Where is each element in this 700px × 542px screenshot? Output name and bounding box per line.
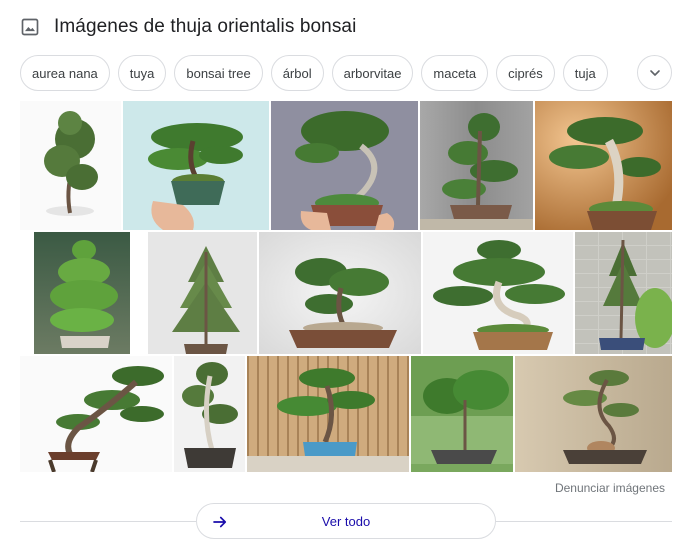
- arrow-right-icon: [213, 516, 227, 528]
- report-images-link[interactable]: Denunciar imágenes: [555, 481, 665, 495]
- image-result[interactable]: [20, 101, 121, 230]
- view-all-label: Ver todo: [321, 513, 371, 529]
- image-result[interactable]: [123, 101, 269, 230]
- image-result[interactable]: [411, 356, 513, 472]
- image-result[interactable]: [535, 101, 672, 230]
- images-header: Imágenes de thuja orientalis bonsai: [20, 14, 356, 40]
- image-result[interactable]: [423, 232, 573, 354]
- chip-tuja[interactable]: tuja: [562, 55, 608, 91]
- image-result[interactable]: [515, 356, 672, 472]
- image-result[interactable]: [174, 356, 245, 472]
- chip-tuya[interactable]: tuya: [117, 55, 167, 91]
- divider-left: [20, 521, 196, 522]
- image-result[interactable]: [20, 356, 172, 472]
- chip-bonsai-tree[interactable]: bonsai tree: [174, 55, 263, 91]
- chip-aurea-nana[interactable]: aurea nana: [20, 55, 110, 91]
- image-result[interactable]: [148, 232, 257, 354]
- images-title: Imágenes de thuja orientalis bonsai: [54, 16, 357, 37]
- related-chips: aurea nana tuya bonsai tree árbol arborv…: [20, 55, 672, 91]
- more-chips-button[interactable]: [637, 55, 672, 90]
- image-result[interactable]: [271, 101, 418, 230]
- image-result[interactable]: [575, 232, 672, 354]
- image-result[interactable]: [20, 232, 130, 354]
- image-result[interactable]: [420, 101, 533, 230]
- chip-arbol[interactable]: árbol: [270, 55, 324, 91]
- image-icon: [21, 18, 39, 36]
- chip-cipres[interactable]: ciprés: [496, 55, 555, 91]
- chip-maceta[interactable]: maceta: [421, 55, 489, 91]
- view-all-button[interactable]: Ver todo: [196, 503, 496, 539]
- image-result[interactable]: [247, 356, 409, 472]
- chevron-down-icon: [649, 69, 660, 76]
- image-result[interactable]: [259, 232, 421, 354]
- chip-arborvitae[interactable]: arborvitae: [331, 55, 414, 91]
- divider-right: [496, 521, 672, 522]
